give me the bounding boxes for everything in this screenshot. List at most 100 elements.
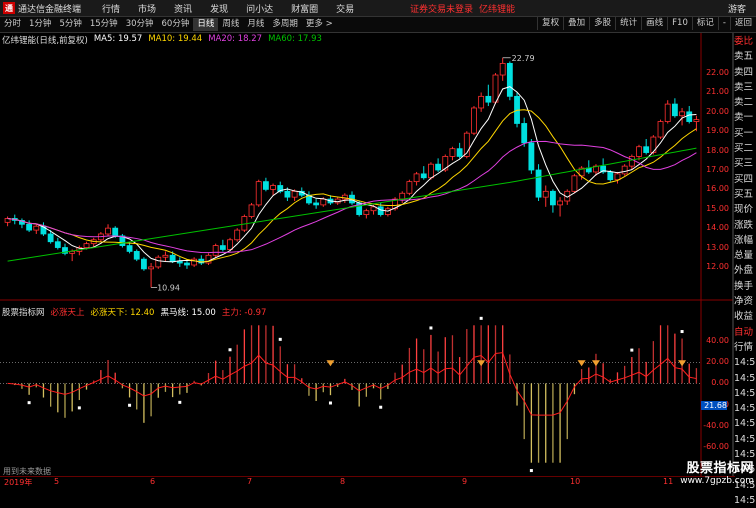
candle-body-34 <box>248 204 255 217</box>
candle-body-65 <box>471 107 477 134</box>
candle-body-73 <box>528 142 535 171</box>
quote-row-8: 买三 <box>734 158 754 170</box>
watermark-title: 股票指标网 <box>686 461 754 476</box>
candle-body-39 <box>284 190 291 198</box>
date-label-1: 5 <box>54 477 60 486</box>
price-tick-0: 22.00 <box>706 68 729 78</box>
quote-side-panel: 委比 卖五 卖四 卖三 卖二 卖一 买一 买二 买三 买四 买五 现价 涨跌 涨幅 总量 外盘 换手 净资 收益 自动… <box>733 34 756 508</box>
ma10-line <box>7 109 697 263</box>
price-tick-7: 15.00 <box>706 203 729 213</box>
candle-body-19 <box>141 258 147 270</box>
candle-body-77 <box>557 200 563 206</box>
candle-body-4 <box>33 225 40 231</box>
candle-body-35 <box>255 181 262 206</box>
candle-body-70 <box>506 62 513 97</box>
candle-body-20 <box>148 266 155 270</box>
quote-row-0: 委比 <box>734 36 754 47</box>
candle-body-60 <box>435 163 442 171</box>
high-price-label: 22.79 <box>512 54 535 63</box>
signal-dot-24 <box>178 400 182 404</box>
candle-body-30 <box>219 245 226 250</box>
quote-row-21: 14:5 <box>734 357 756 369</box>
candle-body-37 <box>270 185 276 190</box>
buy-signal-marker-1 <box>477 360 486 367</box>
candle-body-94 <box>679 111 685 117</box>
indicator-name: 股票指标网 <box>2 308 45 318</box>
candle-body-7 <box>54 241 61 248</box>
indicator-tick-4: -40.00 <box>703 420 729 430</box>
quote-row-1: 卖五 <box>734 51 754 63</box>
quote-row-18: 收益 <box>734 311 754 323</box>
candle-body-96 <box>693 119 700 122</box>
quote-row-19: 自动 <box>734 326 754 338</box>
signal-dot-45 <box>328 401 332 405</box>
candle-body-14 <box>105 227 111 235</box>
indicator-current-value: 21.68 <box>701 401 727 411</box>
price-tick-2: 20.00 <box>706 106 729 116</box>
candle-body-74 <box>535 169 542 198</box>
signal-dot-3 <box>27 401 31 405</box>
watermark-url: www.7gpzb.com <box>680 476 754 486</box>
buy-signal-marker-3 <box>591 360 600 367</box>
indicator-header: 股票指标网 必涨天上 必涨天下: 12.40 黑马线: 15.00 主力: -0… <box>2 306 266 318</box>
indicator-tick-2: 0.00 <box>711 378 729 388</box>
quote-row-16: 换手 <box>734 280 754 292</box>
quote-row-30: 14:5 <box>734 494 756 506</box>
signal-dot-73 <box>529 469 533 473</box>
candle-body-55 <box>399 192 406 200</box>
candle-body-11 <box>83 243 90 248</box>
indicator-tick-5: -60.00 <box>703 441 729 451</box>
indicator-line4: 主力: -0.97 <box>221 308 267 318</box>
date-label-2: 6 <box>150 477 156 486</box>
candle-body-75 <box>542 190 549 198</box>
candle-body-17 <box>126 245 133 252</box>
quote-row-23: 14:5 <box>734 387 756 399</box>
candle-body-93 <box>671 103 678 117</box>
indicator-line1: 必涨天上 <box>50 308 85 318</box>
candle-body-59 <box>428 163 434 179</box>
signal-dot-59 <box>429 326 433 330</box>
candle-body-36 <box>262 181 269 190</box>
price-tick-10: 12.00 <box>706 261 729 271</box>
candle-body-31 <box>227 239 233 250</box>
watermark: 股票指标网 www.7gpzb.com <box>672 457 754 486</box>
candle-body-88 <box>636 146 642 157</box>
quote-row-2: 卖四 <box>734 66 754 78</box>
date-label-6: 10 <box>570 477 581 486</box>
candle-body-21 <box>155 256 162 268</box>
price-tick-1: 21.00 <box>706 87 729 97</box>
signal-dot-94 <box>680 330 684 334</box>
date-axis: 2019年 5 6 7 8 9 10 11 <box>0 476 735 488</box>
candle-body-62 <box>449 148 456 157</box>
candle-body-44 <box>320 198 327 206</box>
signal-dot-87 <box>630 348 634 352</box>
low-price-label: 10.94 <box>157 283 180 292</box>
signal-dot-10 <box>77 406 81 410</box>
candle-body-66 <box>478 95 485 109</box>
candle-body-29 <box>212 245 219 256</box>
quote-row-24: 14:5 <box>734 403 756 415</box>
candle-body-72 <box>521 123 528 144</box>
candle-body-40 <box>291 190 298 198</box>
candle-body-91 <box>657 121 664 138</box>
quote-row-6: 买一 <box>734 127 754 139</box>
signal-dot-66 <box>479 316 483 320</box>
price-tick-5: 17.00 <box>706 165 729 174</box>
candle-body-23 <box>169 254 176 262</box>
price-chart[interactable]: 22.79 10.94 <box>0 0 735 476</box>
candle-body-68 <box>492 74 499 103</box>
quote-row-13: 涨幅 <box>734 234 754 246</box>
candle-body-25 <box>184 262 190 266</box>
quote-row-17: 净资 <box>734 296 754 308</box>
candle-body-53 <box>384 208 391 215</box>
candle-body-56 <box>406 181 413 194</box>
quote-row-4: 卖二 <box>734 97 754 109</box>
signal-dot-52 <box>379 405 383 409</box>
candle-body-18 <box>133 251 140 260</box>
candle-body-85 <box>614 173 621 181</box>
candle-body-22 <box>162 254 169 258</box>
quote-row-11: 现价 <box>734 204 754 216</box>
candle-body-3 <box>26 223 33 231</box>
candle-body-87 <box>628 156 635 167</box>
indicator-line2: 必涨天下: 12.40 <box>90 308 155 318</box>
